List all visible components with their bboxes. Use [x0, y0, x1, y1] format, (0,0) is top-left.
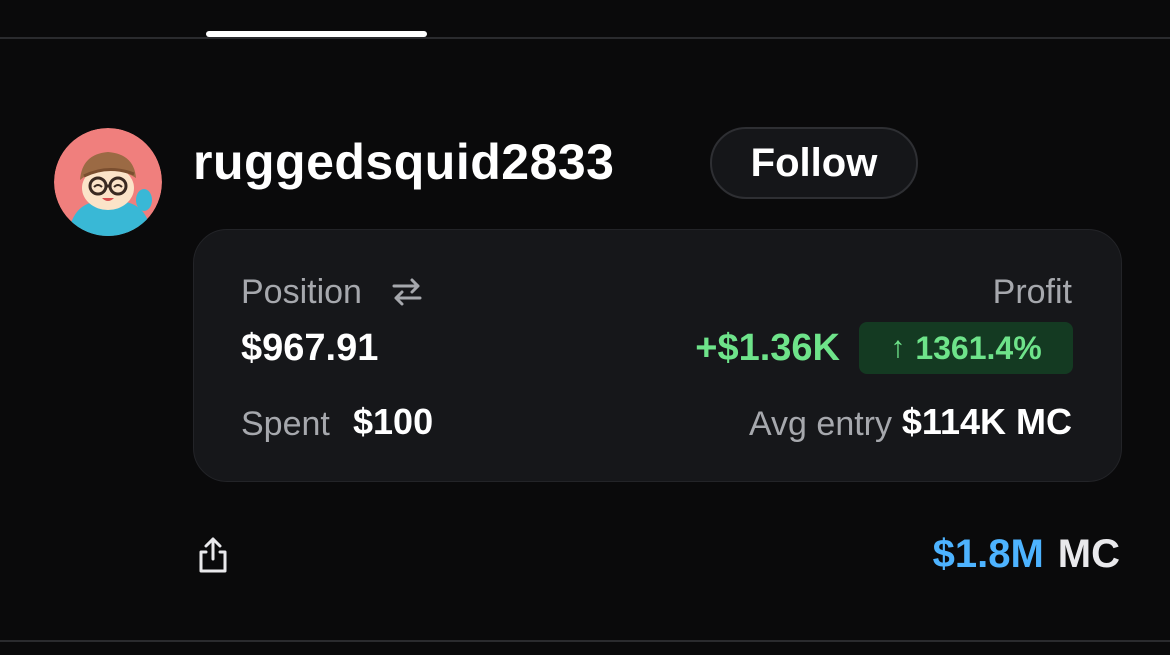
avatar[interactable]	[54, 128, 162, 236]
arrow-up-icon: ↑	[890, 331, 906, 364]
profit-percent: 1361.4%	[915, 329, 1042, 366]
top-divider	[0, 37, 1170, 39]
avg-entry-label: Avg entry	[748, 405, 892, 443]
market-cap-unit: MC	[1057, 532, 1120, 576]
swap-arrows-icon[interactable]	[391, 277, 423, 307]
position-label: Position	[241, 273, 362, 311]
trade-page: ruggedsquid2833 Follow Position $967.91 …	[0, 0, 1170, 655]
spent-value: $100	[353, 401, 434, 442]
username[interactable]: ruggedsquid2833	[193, 130, 615, 194]
avg-entry-value: $114K MC	[901, 401, 1072, 442]
position-value: $967.91	[241, 327, 379, 369]
spent-label: Spent	[241, 405, 330, 443]
share-icon[interactable]	[196, 535, 230, 575]
market-cap-value: $1.8M	[932, 532, 1044, 576]
avatar-image	[54, 128, 162, 236]
follow-button[interactable]: Follow	[710, 127, 918, 199]
profit-value: +$1.36K	[695, 327, 840, 369]
profit-label: Profit	[992, 273, 1072, 311]
bottom-divider	[0, 640, 1170, 642]
profit-percent-badge: ↑ 1361.4%	[859, 322, 1073, 374]
market-cap: $1.8M MC	[933, 532, 1120, 576]
